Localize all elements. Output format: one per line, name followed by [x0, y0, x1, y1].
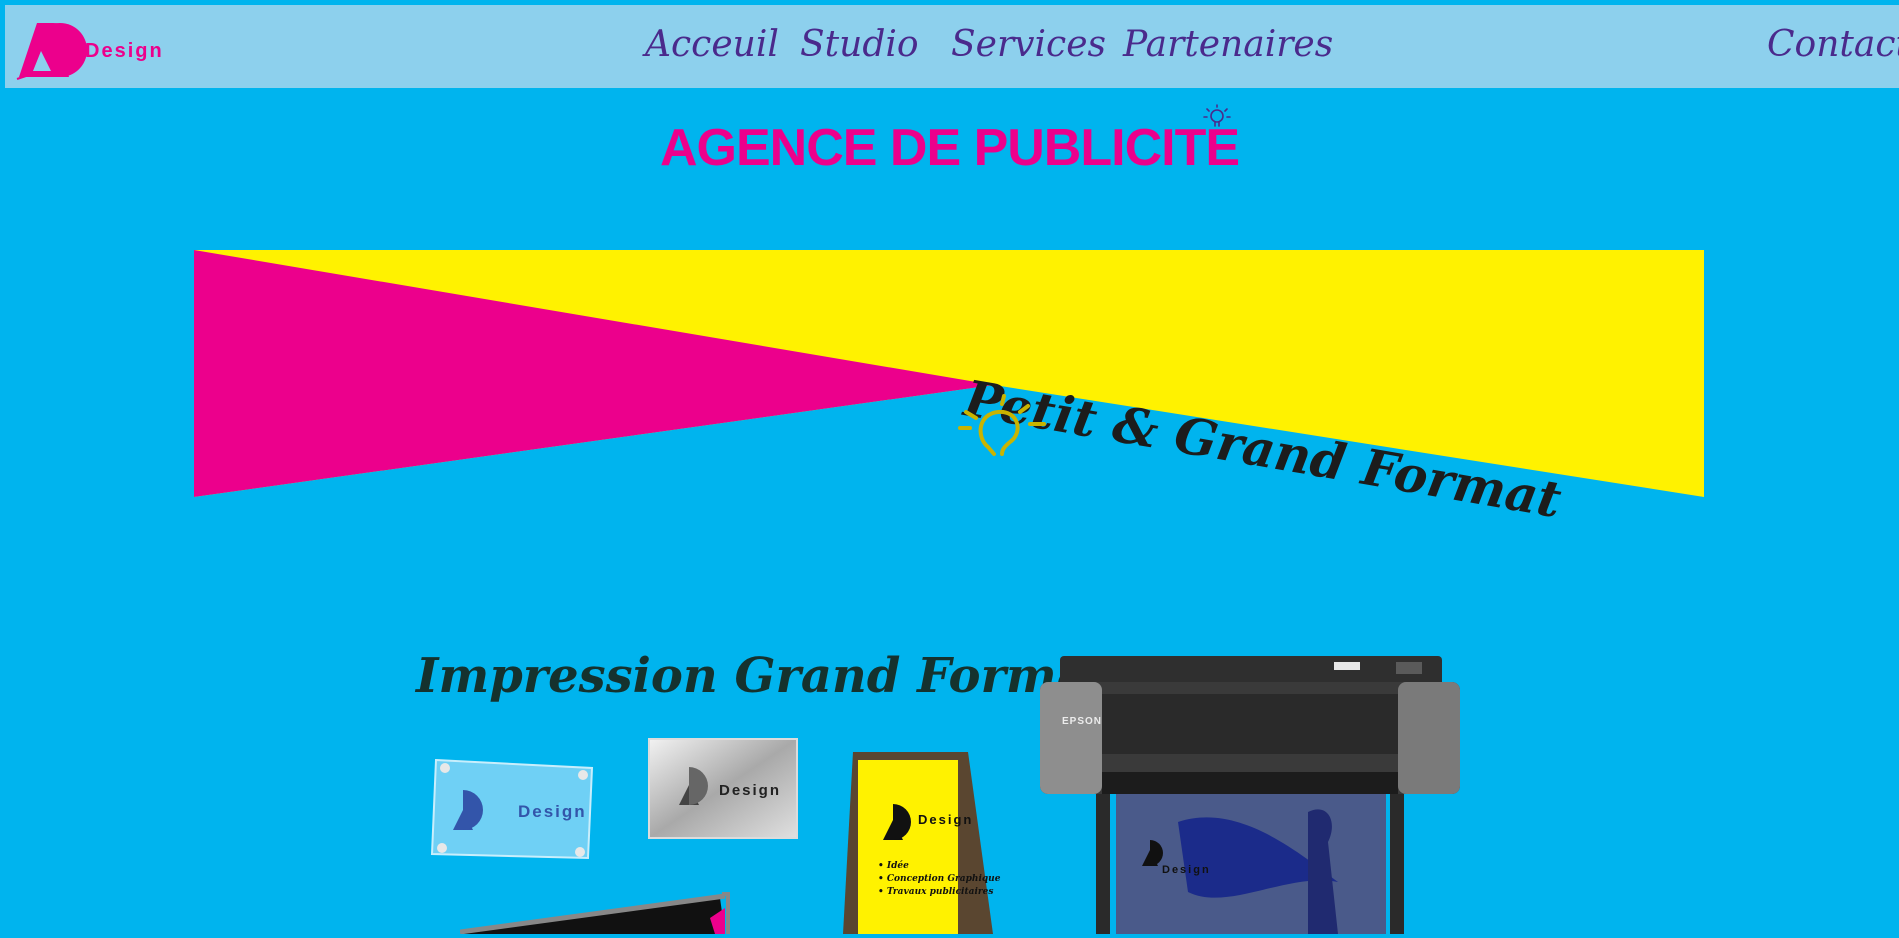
printer-brand: EPSON	[1062, 716, 1103, 727]
logo-text: Design	[85, 40, 164, 62]
board-list-item: • Idée	[878, 861, 909, 871]
nav-link-services[interactable]: Services	[951, 23, 1106, 67]
metal-sign: Design	[647, 737, 799, 840]
navbar: Design Acceuil Studio Services Partenair…	[5, 5, 1899, 88]
nav-link-contact[interactable]: Contact	[1767, 23, 1899, 67]
site-logo[interactable]: Design	[15, 15, 162, 85]
nav-link-studio[interactable]: Studio	[800, 23, 919, 67]
glass-sign: Design	[430, 758, 595, 862]
rollup-banner	[459, 888, 737, 935]
page-title: AGENCE DE PUBLICITE	[659, 119, 1240, 177]
printer-image: EPSON Design	[1038, 652, 1462, 934]
board-list-item: • Travaux publicitaires	[878, 887, 994, 897]
poster-brand: Design	[1162, 864, 1211, 876]
lightbulb-icon	[1203, 104, 1231, 127]
lightbulb-icon	[958, 394, 1046, 456]
nav-link-partenaires[interactable]: Partenaires	[1123, 23, 1333, 67]
nav-link-acceuil[interactable]: Acceuil	[645, 23, 779, 67]
board-list-item: • Conception Graphique	[878, 874, 1001, 884]
board-list: • Idée • Conception Graphique • Travaux …	[878, 860, 1000, 899]
a-frame-board: Design • Idée • Conception Graphique • T…	[843, 752, 1000, 934]
section-title: Impression Grand Format	[416, 648, 1110, 704]
